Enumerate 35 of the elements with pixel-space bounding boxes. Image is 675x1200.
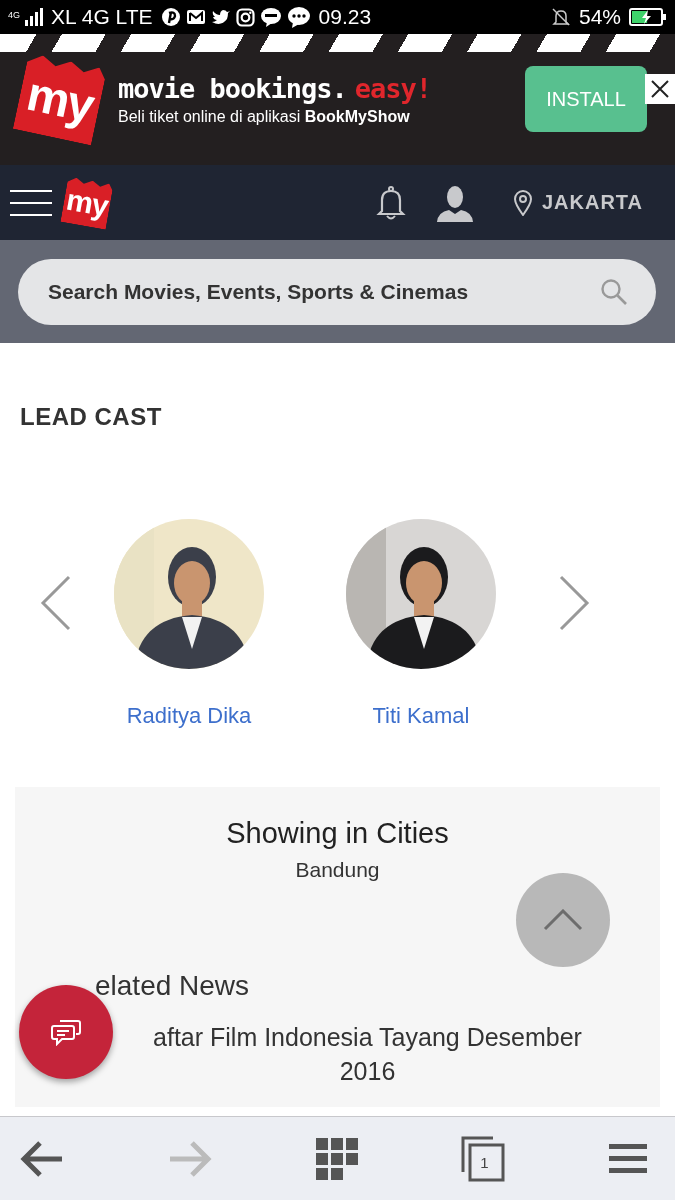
battery-percent: 54%: [578, 5, 621, 29]
apps-button[interactable]: [315, 1137, 358, 1180]
signal-icon: [25, 8, 43, 26]
cast-name-link[interactable]: Raditya Dika: [126, 703, 252, 729]
location-pin-icon[interactable]: [513, 189, 532, 216]
headline-accent: easy!: [354, 72, 432, 104]
message-icon: [286, 6, 311, 28]
p-logo-icon: [160, 7, 181, 27]
chat-icon[interactable]: [50, 1018, 82, 1046]
browser-menu-button[interactable]: [609, 1143, 647, 1174]
tabs-button[interactable]: 1: [461, 1135, 506, 1182]
logo[interactable]: my: [60, 175, 114, 230]
search-field[interactable]: Search Movies, Events, Sports & Cinemas: [18, 258, 656, 325]
clock: 09.23: [318, 5, 372, 29]
news-link[interactable]: aftar Film Indonesia Tayang Desember 2016: [132, 1020, 603, 1088]
ad-subtitle: Beli tiket online di aplikasi BookMyShow: [118, 107, 411, 126]
bird-icon: [210, 8, 231, 26]
muted-bell-icon: [550, 7, 571, 27]
network-type-label: 4G: [8, 11, 20, 20]
notifications-button[interactable]: [375, 185, 406, 220]
section-title: Showing in Cities: [226, 817, 449, 850]
carrier-label: XL 4G LTE: [51, 5, 153, 29]
section-title: elated News: [95, 970, 250, 1002]
headline-text: movie bookings.: [118, 72, 347, 104]
mail-icon: [185, 9, 206, 25]
section-title: LEAD CAST: [19, 402, 163, 431]
chevron-up-icon[interactable]: [543, 909, 583, 931]
camera-icon: [235, 7, 255, 27]
cast-name-link[interactable]: Titi Kamal: [372, 703, 470, 729]
back-button[interactable]: [20, 1138, 64, 1179]
city-button[interactable]: JAKARTA: [513, 189, 643, 216]
profile-button[interactable]: [435, 183, 474, 222]
chat-bubble-icon: [259, 7, 282, 27]
menu-button[interactable]: [10, 189, 52, 216]
city-name: Bandung: [295, 858, 380, 882]
